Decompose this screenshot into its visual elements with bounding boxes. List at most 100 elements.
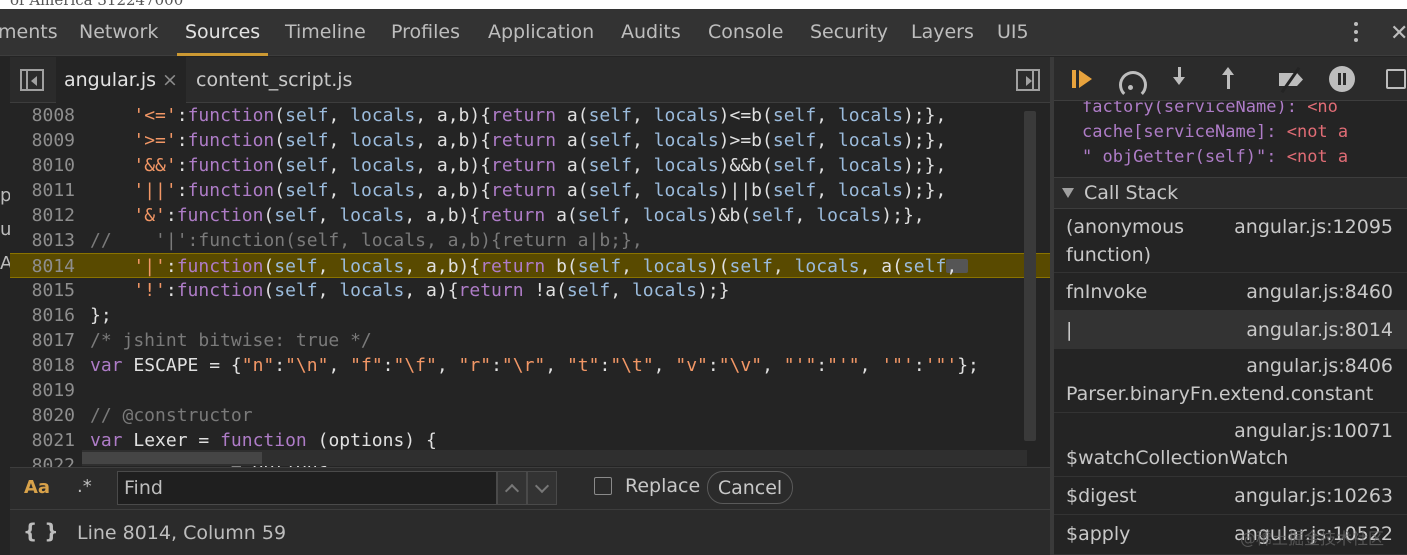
- pretty-print-button[interactable]: { }: [23, 519, 58, 543]
- tab-ui5[interactable]: UI5: [997, 9, 1029, 56]
- frame-function-cont: function): [1066, 244, 1152, 266]
- left-panel-sliver: p ul A: [0, 57, 16, 467]
- line-number[interactable]: 8014: [10, 254, 75, 279]
- code-line[interactable]: 8016};: [10, 303, 1050, 328]
- frame-location: angular.js:8460: [1246, 281, 1393, 303]
- call-frame[interactable]: $digest angular.js:10263: [1054, 477, 1407, 515]
- async-checkbox[interactable]: [1386, 69, 1406, 89]
- code-line[interactable]: 8018 var ESCAPE = {"n":"\n", "f":"\f", "r…: [10, 353, 1050, 378]
- scope-key: cache[serviceName]: [1082, 122, 1267, 142]
- main-tab-bar: ments Network Sources Timeline Profiles …: [0, 9, 1407, 56]
- tab-audits[interactable]: Audits: [621, 9, 681, 56]
- navigator-toggle-icon[interactable]: [20, 69, 44, 91]
- line-number[interactable]: 8021: [10, 428, 75, 453]
- tab-elements[interactable]: ments: [0, 9, 58, 56]
- pause-on-exceptions-icon[interactable]: [1329, 66, 1355, 92]
- line-number[interactable]: 8015: [10, 278, 75, 303]
- close-tab-icon[interactable]: ×: [162, 69, 178, 91]
- scope-row[interactable]: factory(serviceName): <no: [1082, 101, 1338, 120]
- find-next-button[interactable]: [527, 471, 557, 505]
- code-editor[interactable]: 8008 '<=':function(self, locals, a,b){re…: [10, 103, 1050, 467]
- page-strip-text: of America 312247000: [10, 0, 184, 9]
- line-number[interactable]: 8019: [10, 378, 75, 403]
- file-tab-bar: angular.js × content_script.js: [10, 57, 1050, 103]
- tab-application[interactable]: Application: [488, 9, 594, 56]
- line-code: // @constructor: [90, 405, 253, 426]
- code-line[interactable]: 8008 '<=':function(self, locals, a,b){re…: [10, 103, 1050, 128]
- step-out-icon[interactable]: [1214, 65, 1244, 93]
- call-frame[interactable]: angular.js:10071 $watchCollectionWatch: [1054, 413, 1407, 477]
- scope-row[interactable]: " objGetter(self)": <not a: [1082, 145, 1348, 170]
- file-tab-content-script[interactable]: content_script.js: [196, 57, 352, 103]
- deactivate-breakpoints-icon[interactable]: [1276, 65, 1306, 93]
- frame-location: angular.js:12095: [1234, 216, 1393, 238]
- tab-security[interactable]: Security: [810, 9, 888, 56]
- close-icon[interactable]: ✕: [1390, 21, 1407, 46]
- scope-row[interactable]: cache[serviceName]: <not a: [1082, 120, 1348, 145]
- line-code: '<=':function(self, locals, a,b){return …: [133, 105, 947, 126]
- scope-value: <no: [1307, 101, 1338, 117]
- more-menu-icon[interactable]: [1342, 18, 1370, 48]
- watermark: @稀土掘金技术社区: [1240, 529, 1385, 548]
- line-number[interactable]: 8020: [10, 403, 75, 428]
- line-number[interactable]: 8011: [10, 178, 75, 203]
- frame-location: angular.js:8406: [1246, 355, 1393, 377]
- call-frame[interactable]: (anonymous function) angular.js:12095: [1054, 209, 1407, 273]
- frame-function: $digest: [1066, 485, 1137, 507]
- cancel-button[interactable]: Cancel: [707, 471, 793, 504]
- line-number[interactable]: 8012: [10, 203, 75, 228]
- line-number[interactable]: 8016: [10, 303, 75, 328]
- tab-console[interactable]: Console: [708, 9, 783, 56]
- status-bar: { } Line 8014, Column 59: [10, 509, 1050, 555]
- tab-profiles[interactable]: Profiles: [391, 9, 460, 56]
- line-number[interactable]: 8022: [10, 453, 75, 467]
- frame-location: angular.js:10071: [1234, 420, 1393, 442]
- call-stack-title: Call Stack: [1084, 182, 1179, 204]
- file-tab-angular[interactable]: angular.js ×: [56, 57, 186, 103]
- code-line[interactable]: 8013 // '|':function(self, locals, a,b){r…: [10, 228, 1050, 253]
- debugger-toggle-icon[interactable]: [1016, 69, 1040, 91]
- line-number[interactable]: 8009: [10, 128, 75, 153]
- scope-colon: :: [1286, 101, 1308, 117]
- line-number[interactable]: 8008: [10, 103, 75, 128]
- code-line[interactable]: 8020 // @constructor: [10, 403, 1050, 428]
- line-number[interactable]: 8017: [10, 328, 75, 353]
- call-frame[interactable]: angular.js:8406 Parser.binaryFn.extend.c…: [1054, 349, 1407, 413]
- line-number[interactable]: 8018: [10, 353, 75, 378]
- call-frame[interactable]: fnInvoke angular.js:8460: [1054, 273, 1407, 311]
- step-over-icon[interactable]: [1116, 65, 1147, 99]
- scope-value: <not a: [1286, 122, 1349, 142]
- tab-sources[interactable]: Sources: [176, 9, 269, 56]
- vertical-scrollbar[interactable]: [1024, 111, 1036, 441]
- code-line-current[interactable]: 8014 '|':function(self, locals, a,b){ret…: [10, 253, 1050, 278]
- code-line[interactable]: 8011 '||':function(self, locals, a,b){re…: [10, 178, 1050, 203]
- replace-label: Replace: [625, 475, 701, 497]
- line-number[interactable]: 8010: [10, 153, 75, 178]
- line-number[interactable]: 8013: [10, 228, 75, 253]
- code-line[interactable]: 8019: [10, 378, 1050, 403]
- resume-icon[interactable]: [1068, 65, 1098, 93]
- line-code: // '|':function(self, locals, a,b){retur…: [90, 230, 643, 251]
- tab-timeline[interactable]: Timeline: [285, 9, 366, 56]
- code-line[interactable]: 8010 '&&':function(self, locals, a,b){re…: [10, 153, 1050, 178]
- step-into-icon[interactable]: [1165, 65, 1195, 93]
- code-line[interactable]: 8017 /* jshint bitwise: true */: [10, 328, 1050, 353]
- match-case-button[interactable]: Aa: [24, 477, 50, 498]
- replace-checkbox[interactable]: [594, 477, 612, 495]
- line-code: '|':function(self, locals, a,b){return b…: [133, 256, 958, 277]
- find-bar: Aa .* Replace Cancel: [10, 467, 1050, 509]
- tab-layers[interactable]: Layers: [911, 9, 974, 56]
- tab-network[interactable]: Network: [79, 9, 158, 56]
- code-line[interactable]: 8009 '>=':function(self, locals, a,b){re…: [10, 128, 1050, 153]
- find-input[interactable]: [117, 471, 497, 505]
- code-line[interactable]: 8012 '&':function(self, locals, a,b){ret…: [10, 203, 1050, 228]
- code-line[interactable]: 8015 '!':function(self, locals, a){retur…: [10, 278, 1050, 303]
- debugger-toolbar: [1054, 57, 1407, 101]
- frame-function: Parser.binaryFn.extend.constant: [1066, 383, 1374, 405]
- find-previous-button[interactable]: [497, 471, 527, 505]
- call-frame-selected[interactable]: | angular.js:8014: [1054, 311, 1407, 349]
- regex-button[interactable]: .*: [77, 476, 92, 497]
- horizontal-scrollbar[interactable]: [82, 450, 1027, 466]
- line-code: '&':function(self, locals, a,b){return a…: [133, 205, 925, 226]
- call-stack-header[interactable]: Call Stack: [1054, 177, 1407, 209]
